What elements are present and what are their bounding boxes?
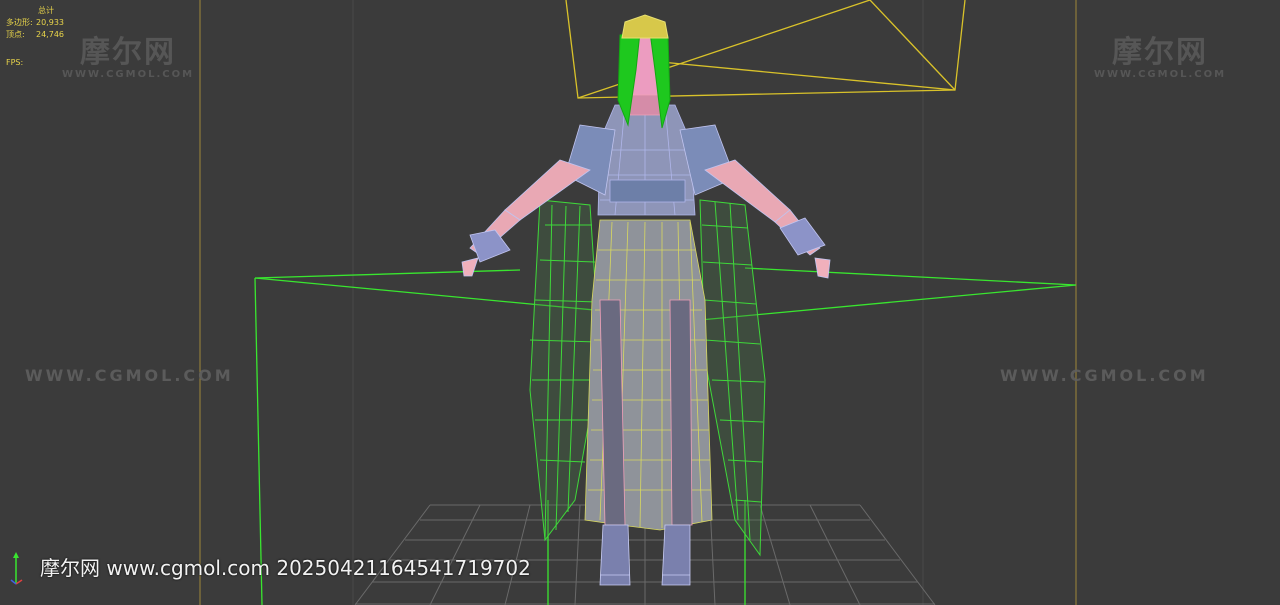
watermark-line-left: WWW.CGMOL.COM	[25, 366, 234, 385]
viewport-scene[interactable]	[0, 0, 1280, 605]
vertices-label: 顶点:	[6, 30, 25, 39]
scene-stats-overlay: 总计 多边形: 20,933 顶点: 24,746 FPS:	[6, 5, 64, 69]
torso-mesh	[597, 104, 696, 216]
fps-label: FPS:	[6, 58, 24, 67]
watermark-logo-right: 摩尔网 WWW.CGMOL.COM	[1094, 36, 1226, 80]
watermark-logo-sub: WWW.CGMOL.COM	[62, 69, 195, 80]
watermark-logo-sub: WWW.CGMOL.COM	[1094, 69, 1227, 80]
vertices-value: 24,746	[36, 30, 64, 39]
watermark-logo-text: 摩尔网	[80, 35, 177, 70]
watermark-line-right: WWW.CGMOL.COM	[1000, 366, 1209, 385]
watermark-logo-text: 摩尔网	[1112, 35, 1209, 70]
watermark-logo-left: 摩尔网 WWW.CGMOL.COM	[62, 36, 194, 80]
stats-vertices-row: 顶点: 24,746	[6, 29, 64, 41]
3d-viewport[interactable]: 总计 多边形: 20,933 顶点: 24,746 FPS: 摩尔网 WWW.CGM…	[0, 0, 1280, 605]
footer-caption: 摩尔网 www.cgmol.com 20250421164541719702	[40, 556, 531, 580]
axis-tripod-icon	[10, 552, 23, 585]
stats-header: 总计	[38, 6, 54, 15]
stats-polygons-row: 多边形: 20,933	[6, 17, 64, 29]
polygons-label: 多边形:	[6, 18, 33, 27]
polygons-value: 20,933	[36, 18, 64, 27]
